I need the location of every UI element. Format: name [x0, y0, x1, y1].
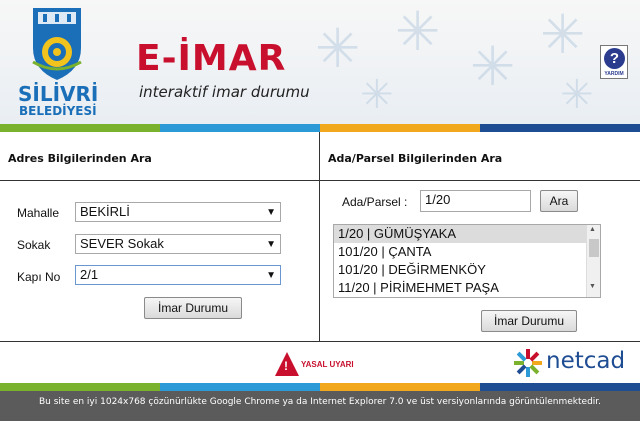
netcad-logo-text: netcad	[546, 348, 626, 374]
sokak-select[interactable]: SEVER Sokak ▼	[75, 234, 281, 254]
dropdown-arrow-icon: ▼	[266, 207, 276, 218]
ada-parsel-label: Ada/Parsel :	[342, 195, 408, 209]
browser-notice: Bu site en iyi 1024x768 çözünürlükte Goo…	[0, 391, 640, 421]
warning-exclamation-icon: !	[284, 359, 288, 373]
header: ✳ ✳ ✳ ✳ ✳ ✳ SİLİVRİ BELEDİYESİ E-İMAR in…	[0, 0, 640, 124]
mahalle-value: BEKİRLİ	[80, 204, 130, 219]
decorative-pattern-icon: ✳	[560, 72, 594, 118]
sokak-value: SEVER Sokak	[80, 236, 164, 251]
address-search-panel: Adres Bilgilerinden Ara Mahalle BEKİRLİ …	[0, 132, 320, 341]
address-panel-heading: Adres Bilgilerinden Ara	[0, 132, 319, 181]
list-scrollbar[interactable]: ▲ ▼	[586, 225, 600, 297]
help-label: YARDIM	[604, 71, 624, 77]
kapi-no-select[interactable]: 2/1 ▼	[75, 265, 281, 285]
app-subtitle: interaktif imar durumu	[139, 83, 310, 101]
list-item[interactable]: 101/20 | DEĞİRMENKÖY	[334, 261, 600, 279]
mahalle-select[interactable]: BEKİRLİ ▼	[75, 202, 281, 222]
parcel-panel-heading: Ada/Parsel Bilgilerinden Ara	[320, 132, 640, 181]
color-stripe-top	[0, 124, 640, 132]
search-button[interactable]: Ara	[540, 190, 578, 212]
dropdown-arrow-icon: ▼	[266, 270, 276, 281]
decorative-pattern-icon: ✳	[395, 0, 441, 63]
legal-warning-link[interactable]: ! YASAL UYARI	[275, 352, 371, 378]
list-item[interactable]: 11/20 | PİRİMEHMET PAŞA	[334, 279, 600, 297]
scroll-up-icon[interactable]: ▲	[589, 226, 596, 233]
help-icon: ?	[604, 48, 625, 69]
dropdown-arrow-icon: ▼	[266, 239, 276, 250]
parcel-search-panel: Ada/Parsel Bilgilerinden Ara Ada/Parsel …	[320, 132, 640, 341]
ada-parsel-input[interactable]: 1/20	[420, 190, 531, 212]
logo-text-silivri: SİLİVRİ	[18, 82, 99, 106]
help-button[interactable]: ? YARDIM	[600, 45, 628, 79]
mahalle-label: Mahalle	[17, 206, 60, 220]
color-stripe-bottom	[0, 383, 640, 391]
decorative-pattern-icon: ✳	[470, 35, 516, 98]
scrollbar-thumb[interactable]	[589, 239, 599, 257]
footer-links: ! YASAL UYARI netcad	[0, 341, 640, 383]
sokak-label: Sokak	[17, 238, 51, 252]
list-item[interactable]: 101/20 | ÇANTA	[334, 243, 600, 261]
logo-text-belediyesi: BELEDİYESİ	[19, 104, 97, 118]
netcad-star-icon	[514, 349, 542, 377]
kapi-no-label: Kapı No	[17, 270, 61, 284]
decorative-pattern-icon: ✳	[540, 3, 586, 66]
decorative-pattern-icon: ✳	[315, 17, 361, 80]
list-item[interactable]: 1/20 | GÜMÜŞYAKA	[334, 225, 600, 243]
decorative-pattern-icon: ✳	[360, 72, 394, 118]
imar-durumu-button-parcel[interactable]: İmar Durumu	[481, 310, 577, 332]
parcel-results-list[interactable]: 1/20 | GÜMÜŞYAKA 101/20 | ÇANTA 101/20 |…	[333, 224, 601, 298]
kapi-no-value: 2/1	[80, 267, 99, 282]
legal-warning-label: YASAL UYARI	[301, 360, 354, 369]
scroll-down-icon[interactable]: ▼	[589, 283, 596, 290]
imar-durumu-button-address[interactable]: İmar Durumu	[144, 297, 242, 319]
app-title: E-İMAR	[136, 38, 287, 79]
